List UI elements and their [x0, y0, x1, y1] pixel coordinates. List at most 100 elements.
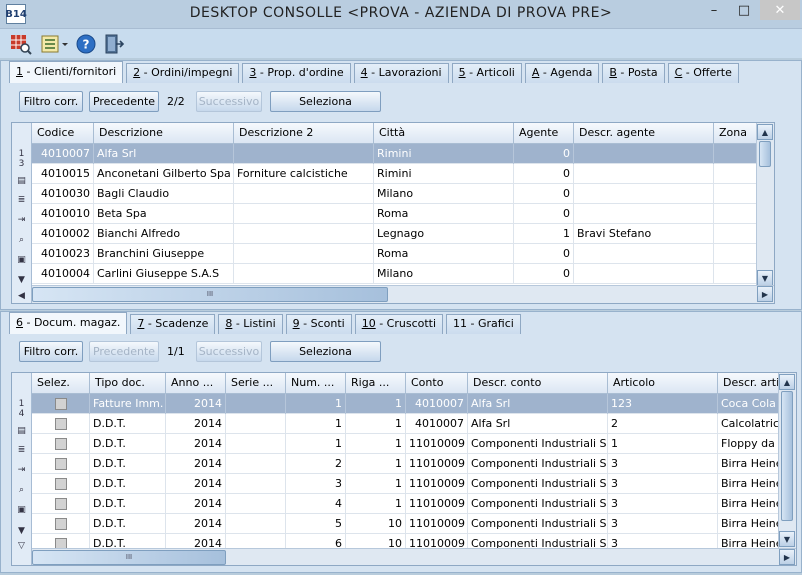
tab-lavorazioni[interactable]: 4 - Lavorazioni: [353, 63, 449, 83]
previous-button[interactable]: Precedente: [89, 91, 159, 112]
column-header[interactable]: Descrizione 2: [234, 123, 374, 144]
table-cell[interactable]: 3: [608, 494, 718, 514]
scroll-thumb[interactable]: [759, 141, 771, 167]
table-cell[interactable]: 2014: [166, 434, 226, 454]
table-cell[interactable]: 1: [608, 434, 718, 454]
table-cell[interactable]: 2014: [166, 454, 226, 474]
table-cell[interactable]: Componenti Industriali Spa: [468, 454, 608, 474]
maximize-button[interactable]: □: [730, 0, 758, 20]
table-cell[interactable]: [226, 514, 286, 534]
table-row[interactable]: 4010002 Bianchi Alfredo Legnago 1 Bravi Stef…: [32, 224, 774, 244]
tab-clienti-fornitori[interactable]: 1 - Clienti/fornitori: [9, 61, 124, 83]
row-checkbox[interactable]: [55, 398, 67, 410]
column-header[interactable]: Descrizione: [94, 123, 234, 144]
tab-offerte[interactable]: C - Offerte: [667, 63, 739, 83]
scroll-down-icon[interactable]: ▼: [779, 531, 795, 547]
table-row[interactable]: D.D.T. 2014 1 1 11010009 Componenti Industria…: [32, 434, 796, 454]
table-cell[interactable]: 11010009: [406, 474, 468, 494]
table-row[interactable]: D.D.T. 2014 3 1 11010009 Componenti Industria…: [32, 474, 796, 494]
table-cell[interactable]: 2: [608, 414, 718, 434]
table-cell[interactable]: 1: [514, 224, 574, 244]
scroll-thumb[interactable]: [781, 391, 793, 521]
table-cell[interactable]: 1: [346, 414, 406, 434]
table-cell[interactable]: 1: [346, 474, 406, 494]
table-cell[interactable]: 0: [514, 244, 574, 264]
table-cell[interactable]: [226, 414, 286, 434]
scroll-down-icon[interactable]: ▼: [757, 270, 773, 286]
table-cell[interactable]: 2014: [166, 394, 226, 414]
table-cell[interactable]: [234, 144, 374, 164]
table-cell[interactable]: Rimini: [374, 144, 514, 164]
table-cell[interactable]: [574, 244, 714, 264]
table-cell[interactable]: [226, 474, 286, 494]
table-cell[interactable]: 1: [286, 414, 346, 434]
table-cell[interactable]: D.D.T.: [90, 474, 166, 494]
table-row[interactable]: 4010004Carlini Giuseppe S.A.SMilano02: [32, 264, 774, 284]
table-row[interactable]: D.D.T. 2014 1 1 4010007 Alfa Srl 2 Calcolatrice: [32, 414, 796, 434]
column-header[interactable]: Selez.: [32, 373, 90, 394]
search-icon[interactable]: ⌕: [15, 484, 28, 496]
table-cell[interactable]: 2014: [166, 474, 226, 494]
table-row[interactable]: 4010030Bagli ClaudioMilano00: [32, 184, 774, 204]
filter-icon[interactable]: ▼: [15, 525, 28, 537]
table-row[interactable]: Fatture Imm. 2014 1 1 4010007 Alfa Srl 123 Coca…: [32, 394, 796, 414]
table-cell[interactable]: Beta Spa: [94, 204, 234, 224]
table-cell[interactable]: [226, 394, 286, 414]
table-cell[interactable]: 3: [608, 454, 718, 474]
tab-prop-ordine[interactable]: 3 - Prop. d'ordine: [242, 63, 351, 83]
table-row[interactable]: D.D.T. 2014 5 10 11010009 Componenti Industri…: [32, 514, 796, 534]
row-checkbox[interactable]: [55, 498, 67, 510]
scroll-left-icon[interactable]: ◀: [15, 290, 28, 302]
table-cell[interactable]: Componenti Industriali Spa: [468, 434, 608, 454]
scroll-thumb-horizontal[interactable]: III: [32, 287, 388, 302]
list-icon[interactable]: ≣: [15, 194, 28, 206]
table-cell[interactable]: Componenti Industriali Spa: [468, 514, 608, 534]
table-cell[interactable]: 10: [346, 514, 406, 534]
next-button[interactable]: Successivo: [196, 91, 262, 112]
table-cell[interactable]: 5: [286, 514, 346, 534]
table-cell[interactable]: Forniture calcistiche: [234, 164, 374, 184]
card-icon[interactable]: ▣: [15, 254, 28, 266]
vertical-scrollbar[interactable]: ▲ ▼: [756, 123, 774, 287]
table-cell[interactable]: Legnago: [374, 224, 514, 244]
previous-button[interactable]: Precedente: [89, 341, 159, 362]
table-cell[interactable]: D.D.T.: [90, 494, 166, 514]
table-cell[interactable]: 123: [608, 394, 718, 414]
table-cell[interactable]: 1: [346, 394, 406, 414]
table-cell[interactable]: D.D.T.: [90, 514, 166, 534]
table-cell[interactable]: Bravi Stefano: [574, 224, 714, 244]
table-cell[interactable]: D.D.T.: [90, 434, 166, 454]
close-button[interactable]: ✕: [760, 0, 800, 20]
list-menu-icon[interactable]: [40, 33, 70, 55]
select-button[interactable]: Seleziona: [270, 91, 381, 112]
help-icon[interactable]: ?: [76, 33, 98, 55]
table-cell[interactable]: 0: [514, 184, 574, 204]
table-row[interactable]: 4010010Beta SpaRoma00: [32, 204, 774, 224]
row-checkbox[interactable]: [55, 478, 67, 490]
table-row[interactable]: 4010015 Anconetani Gilberto Spa Forniture …: [32, 164, 774, 184]
exit-door-icon[interactable]: [103, 33, 125, 55]
column-header[interactable]: Città: [374, 123, 514, 144]
table-cell[interactable]: Anconetani Gilberto Spa: [94, 164, 234, 184]
tab-grafici[interactable]: 11 - Grafici: [446, 314, 521, 334]
filter-icon[interactable]: ▼: [15, 274, 28, 286]
table-cell[interactable]: Bianchi Alfredo: [94, 224, 234, 244]
column-header[interactable]: Codice: [32, 123, 94, 144]
tab-articoli[interactable]: 5 - Articoli: [451, 63, 522, 83]
table-cell[interactable]: 2: [286, 454, 346, 474]
table-cell[interactable]: 0: [514, 164, 574, 184]
table-cell[interactable]: Componenti Industriali Spa: [468, 494, 608, 514]
select-button[interactable]: Seleziona: [270, 341, 381, 362]
minimize-button[interactable]: –: [700, 0, 728, 20]
column-header[interactable]: Serie ...: [226, 373, 286, 394]
table-cell[interactable]: Branchini Giuseppe: [94, 244, 234, 264]
row-checkbox-cell[interactable]: [32, 474, 90, 494]
tab-ordini-impegni[interactable]: 2 - Ordini/impegni: [126, 63, 240, 83]
table-cell[interactable]: Roma: [374, 244, 514, 264]
table-cell[interactable]: Roma: [374, 204, 514, 224]
scroll-up-icon[interactable]: ▲: [779, 374, 795, 390]
row-checkbox-cell[interactable]: [32, 414, 90, 434]
table-row[interactable]: 4010023Branchini GiuseppeRoma00: [32, 244, 774, 264]
filter-button[interactable]: Filtro corr.: [19, 91, 83, 112]
import-icon[interactable]: ⇥: [15, 464, 28, 476]
